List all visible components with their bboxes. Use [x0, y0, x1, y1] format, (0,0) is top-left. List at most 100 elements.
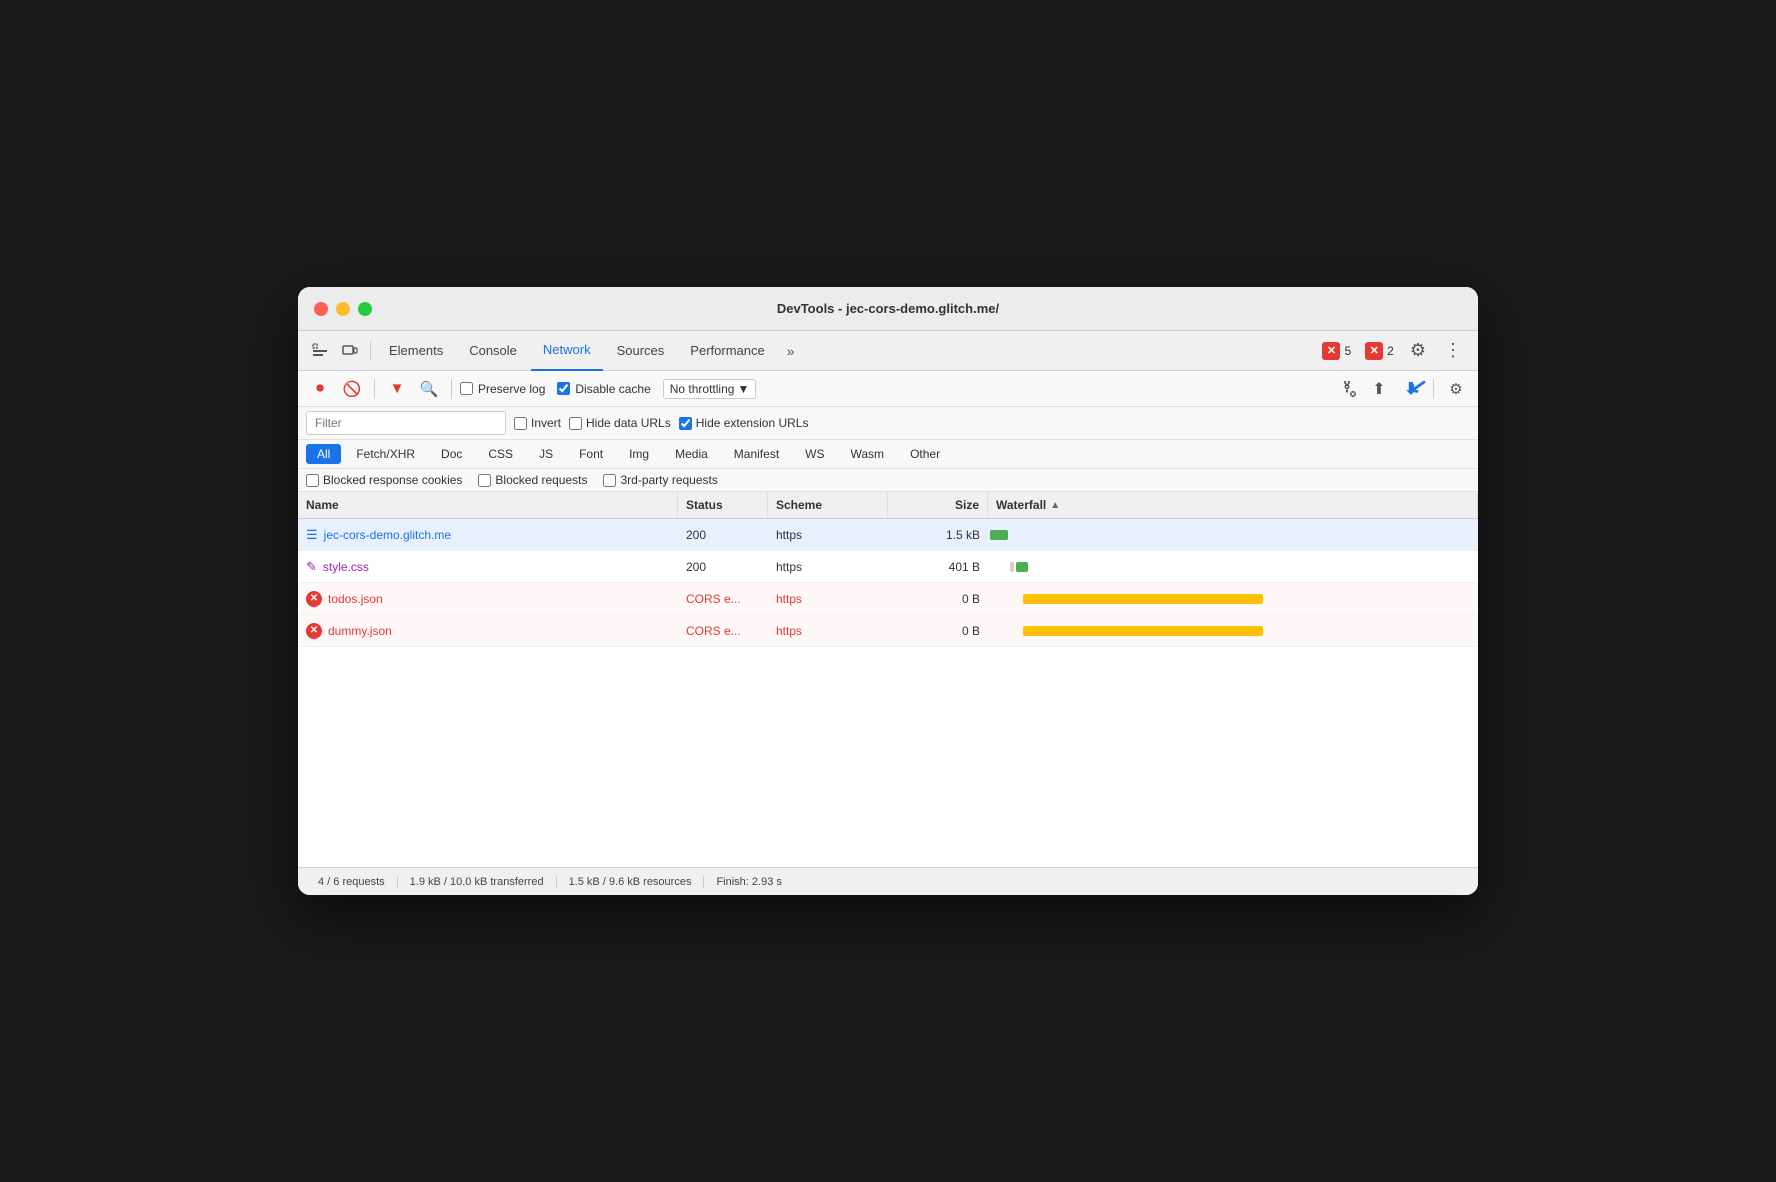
tab-separator — [370, 341, 371, 361]
inspect-element-button[interactable] — [306, 339, 334, 363]
hide-data-urls-label[interactable]: Hide data URLs — [569, 416, 671, 430]
type-filter-css[interactable]: CSS — [477, 444, 524, 464]
filter-button[interactable]: ▼ — [383, 375, 411, 403]
preserve-log-checkbox[interactable] — [460, 382, 473, 395]
clear-button[interactable]: 🚫 — [338, 375, 366, 403]
cell-name-3: ✕ todos.json — [298, 591, 678, 607]
type-filter-doc[interactable]: Doc — [430, 444, 473, 464]
table-empty-space — [298, 647, 1478, 867]
waterfall-bar-2 — [1016, 562, 1028, 572]
blocked-requests-label[interactable]: Blocked requests — [478, 473, 587, 487]
status-transferred: 1.9 kB / 10.0 kB transferred — [398, 876, 557, 888]
tab-performance[interactable]: Performance — [678, 331, 776, 371]
header-scheme[interactable]: Scheme — [768, 492, 888, 518]
cell-name-1: ☰ jec-cors-demo.glitch.me — [298, 527, 678, 543]
tab-sources[interactable]: Sources — [605, 331, 677, 371]
header-waterfall[interactable]: Waterfall ▲ — [988, 492, 1478, 518]
header-size[interactable]: Size — [888, 492, 988, 518]
record-button[interactable]: ⏺ — [306, 375, 334, 403]
search-button[interactable]: 🔍 — [415, 375, 443, 403]
disable-cache-label[interactable]: Disable cache — [557, 382, 650, 396]
cell-status-4: CORS e... — [678, 624, 768, 638]
hide-data-urls-checkbox[interactable] — [569, 417, 582, 430]
devtools-body: Elements Console Network Sources Perform… — [298, 331, 1478, 895]
type-filter-wasm[interactable]: Wasm — [840, 444, 896, 464]
device-toolbar-button[interactable] — [336, 339, 364, 363]
error-icon-3: ✕ — [306, 591, 322, 607]
type-filter-media[interactable]: Media — [664, 444, 719, 464]
cell-scheme-1: https — [768, 528, 888, 542]
hide-extension-urls-checkbox[interactable] — [679, 417, 692, 430]
type-filter-img[interactable]: Img — [618, 444, 660, 464]
type-filter-js[interactable]: JS — [528, 444, 564, 464]
cell-size-2: 401 B — [888, 560, 988, 574]
type-filter-fetch-xhr[interactable]: Fetch/XHR — [345, 444, 426, 464]
third-party-checkbox[interactable] — [603, 474, 616, 487]
css-icon: ✎ — [306, 559, 317, 575]
header-status[interactable]: Status — [678, 492, 768, 518]
blocked-cookies-label[interactable]: Blocked response cookies — [306, 473, 462, 487]
disable-cache-checkbox[interactable] — [557, 382, 570, 395]
tab-bar: Elements Console Network Sources Perform… — [298, 331, 1478, 371]
cell-status-3: CORS e... — [678, 592, 768, 606]
cell-waterfall-2 — [988, 551, 1478, 583]
error-badge: ✕ 5 — [1316, 340, 1357, 362]
error-count: 5 — [1344, 344, 1351, 358]
table-row[interactable]: ✕ todos.json CORS e... https 0 B — [298, 583, 1478, 615]
type-filter-all[interactable]: All — [306, 444, 341, 464]
status-finish: Finish: 2.93 s — [704, 876, 793, 888]
cell-name-4: ✕ dummy.json — [298, 623, 678, 639]
header-name[interactable]: Name — [298, 492, 678, 518]
invert-checkbox-label[interactable]: Invert — [514, 416, 561, 430]
waterfall-bar-3 — [1023, 594, 1263, 604]
waterfall-bar-1 — [990, 530, 1008, 540]
window-controls — [314, 302, 372, 316]
invert-checkbox[interactable] — [514, 417, 527, 430]
tab-network[interactable]: Network — [531, 331, 603, 371]
cell-scheme-3: https — [768, 592, 888, 606]
title-bar: DevTools - jec-cors-demo.glitch.me/ — [298, 287, 1478, 331]
third-party-label[interactable]: 3rd-party requests — [603, 473, 717, 487]
table-row[interactable]: ✎ style.css 200 https 401 B — [298, 551, 1478, 583]
type-filter-ws[interactable]: WS — [794, 444, 835, 464]
hide-extension-urls-label[interactable]: Hide extension URLs — [679, 416, 809, 430]
window-title: DevTools - jec-cors-demo.glitch.me/ — [777, 301, 999, 316]
error-icon-4: ✕ — [306, 623, 322, 639]
filter-input[interactable] — [306, 411, 506, 435]
blocked-requests-checkbox[interactable] — [478, 474, 491, 487]
doc-icon: ☰ — [306, 527, 318, 543]
waterfall-gap-2 — [1010, 562, 1014, 572]
more-tabs-button[interactable]: » — [779, 339, 803, 363]
cell-waterfall-3 — [988, 583, 1478, 615]
export-har-button[interactable]: ⬆ — [1365, 375, 1393, 403]
status-resources: 1.5 kB / 9.6 kB resources — [557, 876, 705, 888]
cell-scheme-2: https — [768, 560, 888, 574]
tab-console[interactable]: Console — [457, 331, 529, 371]
minimize-button[interactable] — [336, 302, 350, 316]
devtools-settings-button[interactable]: ⚙ — [1402, 336, 1434, 365]
cell-waterfall-1 — [988, 519, 1478, 551]
devtools-more-button[interactable]: ⋮ — [1436, 336, 1470, 365]
toolbar-sep-3 — [1433, 379, 1434, 399]
type-filter-other[interactable]: Other — [899, 444, 951, 464]
cell-size-4: 0 B — [888, 624, 988, 638]
throttle-select[interactable]: No throttling ▼ — [663, 379, 757, 399]
type-filters: All Fetch/XHR Doc CSS JS Font Img Media … — [298, 440, 1478, 469]
network-settings-button[interactable]: ⚙ — [1442, 375, 1470, 403]
table-row[interactable]: ☰ jec-cors-demo.glitch.me 200 https 1.5 … — [298, 519, 1478, 551]
filter-bar: Invert Hide data URLs Hide extension URL… — [298, 407, 1478, 440]
preserve-log-label[interactable]: Preserve log — [460, 382, 545, 396]
type-filter-manifest[interactable]: Manifest — [723, 444, 790, 464]
type-filter-font[interactable]: Font — [568, 444, 614, 464]
close-button[interactable] — [314, 302, 328, 316]
error-x-icon: ✕ — [1322, 342, 1340, 360]
import-har-button[interactable]: ⬇ — [1397, 375, 1425, 403]
cell-name-2: ✎ style.css — [298, 559, 678, 575]
throttle-arrow-icon: ▼ — [737, 382, 749, 396]
blocked-cookies-checkbox[interactable] — [306, 474, 319, 487]
devtools-window: DevTools - jec-cors-demo.glitch.me/ Elem… — [298, 287, 1478, 895]
table-row[interactable]: ✕ dummy.json CORS e... https 0 B — [298, 615, 1478, 647]
wifi-settings-button[interactable] — [1333, 375, 1361, 403]
tab-elements[interactable]: Elements — [377, 331, 455, 371]
maximize-button[interactable] — [358, 302, 372, 316]
